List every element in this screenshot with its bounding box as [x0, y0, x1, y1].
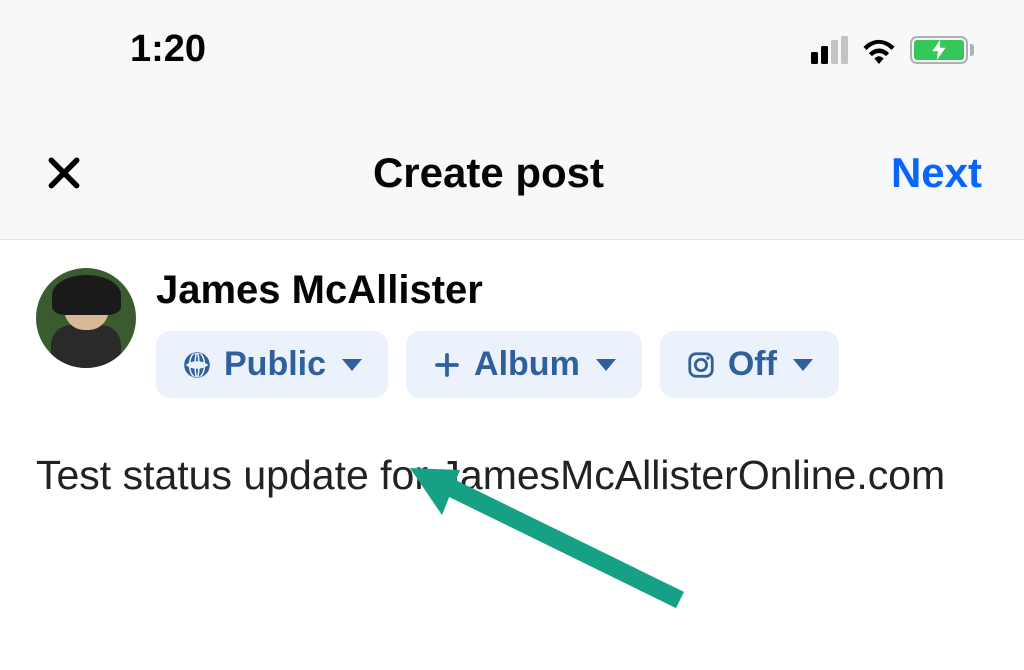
- instagram-label: Off: [728, 345, 777, 384]
- next-button[interactable]: Next: [891, 149, 982, 197]
- header-bar: Create post Next: [0, 99, 1024, 240]
- chevron-down-icon: [596, 359, 616, 371]
- close-icon: [45, 154, 83, 192]
- album-selector[interactable]: Album: [406, 331, 642, 398]
- chip-row: Public Album Off: [156, 331, 988, 398]
- user-info: James McAllister Public: [156, 268, 988, 398]
- status-time: 1:20: [130, 28, 206, 71]
- instagram-toggle[interactable]: Off: [660, 331, 839, 398]
- audience-selector[interactable]: Public: [156, 331, 388, 398]
- user-row: James McAllister Public: [36, 268, 988, 398]
- avatar[interactable]: [36, 268, 136, 368]
- audience-label: Public: [224, 345, 326, 384]
- close-button[interactable]: [42, 151, 86, 195]
- instagram-icon: [686, 350, 716, 380]
- page-title: Create post: [373, 149, 604, 197]
- plus-icon: [432, 350, 462, 380]
- post-text-input[interactable]: Test status update for JamesMcAllisterOn…: [36, 448, 988, 503]
- wifi-icon: [860, 36, 898, 64]
- globe-icon: [182, 350, 212, 380]
- album-label: Album: [474, 345, 580, 384]
- status-icons: [811, 36, 974, 64]
- chevron-down-icon: [342, 359, 362, 371]
- content-area: James McAllister Public: [0, 240, 1024, 531]
- user-name: James McAllister: [156, 268, 988, 313]
- chevron-down-icon: [793, 359, 813, 371]
- battery-icon: [910, 36, 974, 64]
- status-bar: 1:20: [0, 0, 1024, 99]
- cellular-signal-icon: [811, 36, 848, 64]
